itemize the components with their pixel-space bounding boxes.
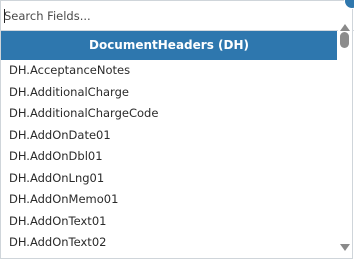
scroll-down-arrow-icon[interactable] (340, 244, 350, 251)
list-item[interactable]: DH.AdditionalCharge (1, 82, 337, 104)
list-item[interactable]: DH.AcceptanceNotes (1, 60, 337, 82)
list-item[interactable]: DH.AddOnDbl01 (1, 146, 337, 168)
list-item[interactable]: DH.AdditionalChargeCode (1, 103, 337, 125)
text-caret (4, 9, 5, 23)
field-list: DocumentHeaders (DH) DH.AcceptanceNotes … (1, 31, 337, 259)
group-header[interactable]: DocumentHeaders (DH) (1, 31, 337, 60)
vertical-scrollbar[interactable] (338, 24, 352, 258)
list-item[interactable]: DH.AddOnLng01 (1, 168, 337, 190)
list-item[interactable]: DH.AddOnDate01 (1, 125, 337, 147)
search-input[interactable] (4, 5, 326, 27)
scroll-up-arrow-icon[interactable] (340, 24, 350, 31)
list-item[interactable]: DH.AddOnText01 (1, 211, 337, 233)
field-picker-panel: DocumentHeaders (DH) DH.AcceptanceNotes … (0, 0, 354, 259)
list-item[interactable]: DH.AddOnText02 (1, 232, 337, 254)
list-item[interactable]: DH.AddOnMemo01 (1, 189, 337, 211)
scroll-thumb[interactable] (340, 32, 349, 48)
search-bar (1, 1, 354, 31)
